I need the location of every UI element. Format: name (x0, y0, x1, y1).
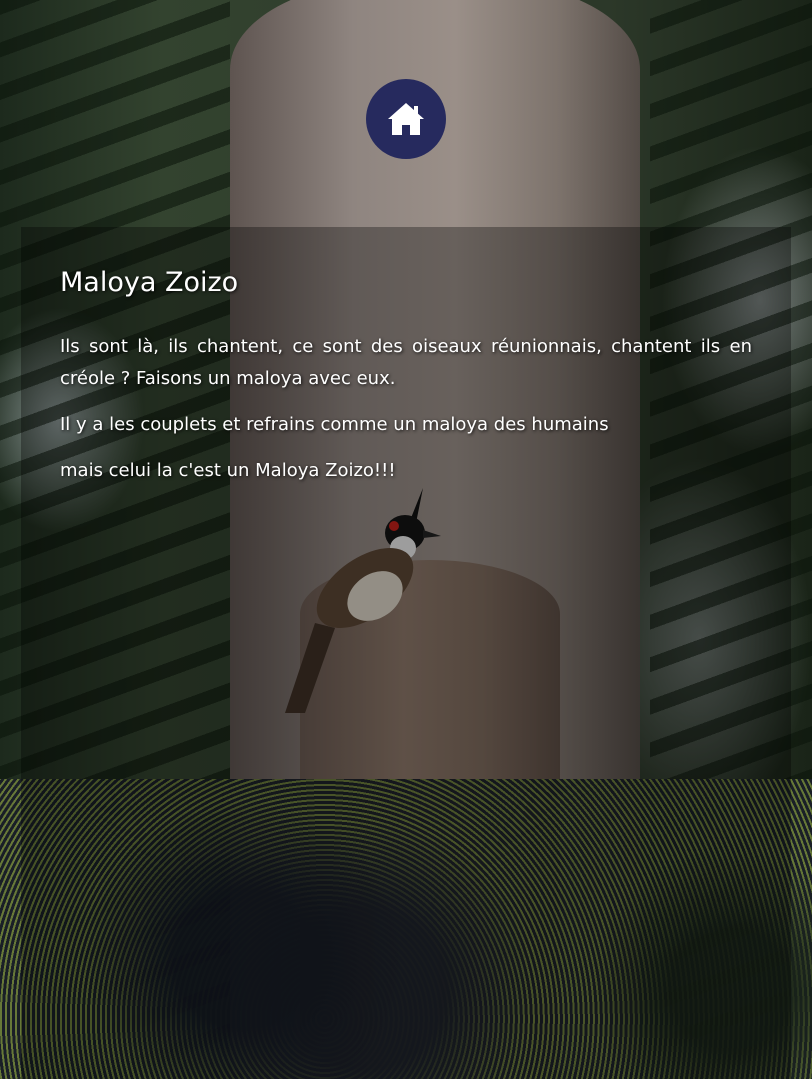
paragraph-couplets: Il y a les couplets et refrains comme un… (60, 414, 609, 435)
page-title: Maloya Zoizo (60, 267, 239, 298)
paragraph-intro: Ils sont là, ils chantent, ce sont des o… (60, 336, 752, 389)
paragraph-maloya-zoizo: mais celui la c'est un Maloya Zoizo!!! (60, 460, 396, 481)
home-button[interactable] (366, 79, 446, 159)
home-icon (388, 103, 424, 135)
article-content: Maloya Zoizo Ils sont là, ils chantent, … (60, 265, 752, 501)
